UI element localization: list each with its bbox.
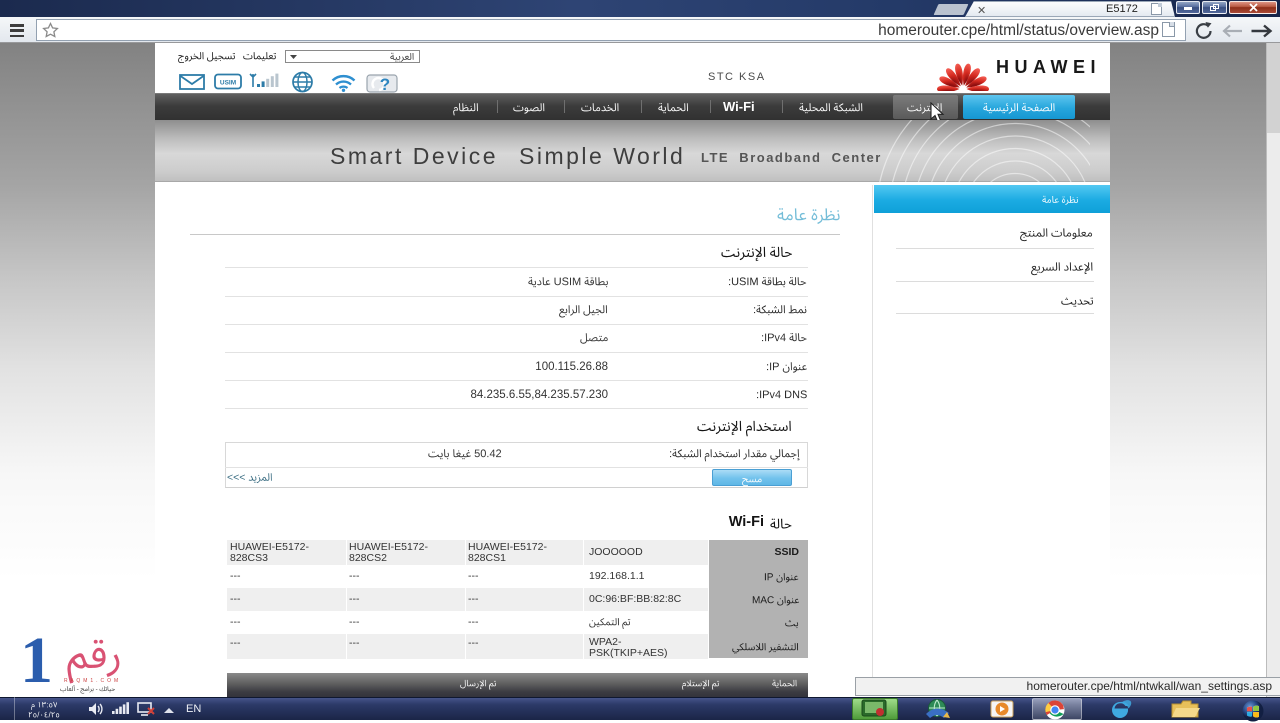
svg-text:?: ? — [380, 75, 390, 93]
svg-text:USIM: USIM — [220, 80, 236, 87]
